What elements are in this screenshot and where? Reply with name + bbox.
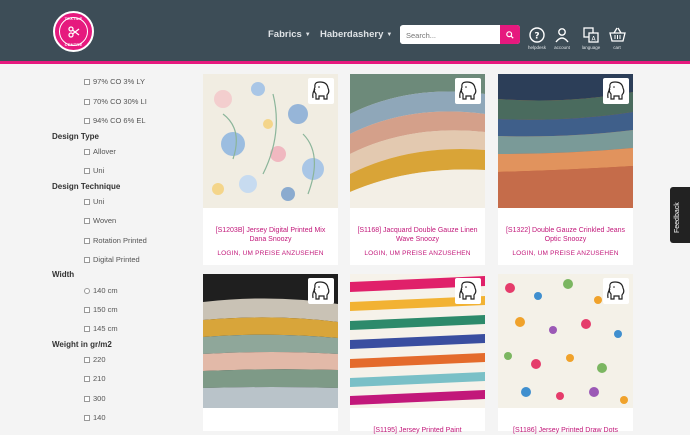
filter-option[interactable]: Woven — [84, 216, 116, 225]
language-icon: A — [583, 27, 599, 43]
checkbox[interactable] — [84, 237, 90, 244]
checkbox[interactable] — [84, 167, 90, 174]
caret-down-icon: ▼ — [304, 31, 311, 38]
language-label: language — [581, 45, 601, 50]
filter-group-title: Weight in gr/m2 — [52, 340, 112, 349]
site-header: TEXTILE CENTRE Fabrics ▼ Haberdashery ▼ … — [0, 0, 690, 64]
caret-down-icon: ▼ — [386, 31, 393, 38]
checkbox[interactable] — [84, 148, 90, 155]
filter-option[interactable]: 97% CO 3% LY — [84, 77, 145, 86]
nav-haberdashery[interactable]: Haberdashery ▼ — [320, 29, 392, 40]
cart-button[interactable]: cart — [604, 27, 630, 50]
product-card[interactable]: [S1168] Jacquard Double Gauze Linen Wave… — [350, 74, 485, 265]
product-card[interactable]: [S1195] Jersey Printed Paint — [350, 274, 485, 434]
filter-option[interactable]: 210 — [84, 374, 106, 383]
checkbox[interactable] — [84, 198, 90, 205]
product-card[interactable]: [S1322] Double Gauze Crinkled Jeans Opti… — [498, 74, 633, 265]
svg-text:?: ? — [534, 32, 539, 42]
account-icon — [555, 28, 569, 43]
checkbox[interactable] — [84, 117, 90, 124]
elephant-icon — [603, 78, 629, 104]
language-button[interactable]: A language — [578, 27, 604, 50]
helpdesk-button[interactable]: ? helpdesk — [524, 27, 550, 50]
product-title[interactable]: [S1322] Double Gauze Crinkled Jeans Opti… — [504, 226, 627, 245]
filter-option[interactable]: 300 — [84, 394, 106, 403]
filter-group-title: Design Technique — [52, 182, 121, 191]
checkbox[interactable] — [84, 306, 90, 313]
filter-sidebar: 97% CO 3% LY 70% CO 30% LI 94% CO 6% EL … — [0, 67, 200, 431]
checkbox[interactable] — [84, 78, 90, 85]
filter-option[interactable]: Uni — [84, 166, 104, 175]
search-button[interactable] — [500, 25, 520, 44]
product-card[interactable]: [S1203B] Jersey Digital Printed Mix Dana… — [203, 74, 338, 265]
checkbox[interactable] — [84, 256, 90, 263]
elephant-icon — [308, 278, 334, 304]
cart-icon — [608, 27, 626, 42]
filter-group-title: Design Type — [52, 132, 99, 141]
account-label: account — [554, 45, 570, 50]
login-price-link[interactable]: LOGIN, UM PREISE ANZUSEHEN — [350, 250, 485, 257]
feedback-tab[interactable]: Feedback — [670, 187, 690, 243]
product-card[interactable] — [203, 274, 338, 431]
checkbox[interactable] — [84, 217, 90, 224]
checkbox[interactable] — [84, 414, 90, 421]
product-title[interactable]: [S1168] Jacquard Double Gauze Linen Wave… — [356, 226, 479, 245]
filter-option[interactable]: 140 cm — [84, 286, 118, 295]
account-button[interactable]: account — [549, 27, 575, 50]
filter-option[interactable]: Digital Printed — [84, 255, 140, 264]
helpdesk-label: helpdesk — [527, 45, 546, 50]
search-icon — [506, 30, 514, 39]
feedback-label: Feedback — [674, 202, 681, 233]
elephant-icon — [455, 78, 481, 104]
login-price-link[interactable]: LOGIN, UM PREISE ANZUSEHEN — [203, 250, 338, 257]
filter-option[interactable]: 94% CO 6% EL — [84, 116, 146, 125]
filter-option[interactable]: 145 cm — [84, 324, 118, 333]
login-price-link[interactable]: LOGIN, UM PREISE ANZUSEHEN — [498, 250, 633, 257]
help-icon: ? — [529, 27, 545, 43]
filter-option[interactable]: 140 — [84, 413, 106, 422]
filter-option[interactable]: 220 — [84, 355, 106, 364]
logo[interactable]: TEXTILE CENTRE — [53, 11, 94, 52]
product-title[interactable]: [S1203B] Jersey Digital Printed Mix Dana… — [209, 226, 332, 245]
filter-option[interactable]: 70% CO 30% LI — [84, 97, 147, 106]
elephant-icon — [455, 278, 481, 304]
elephant-icon — [308, 78, 334, 104]
product-card[interactable]: [S1186] Jersey Printed Draw Dots — [498, 274, 633, 434]
search-box — [400, 25, 520, 44]
checkbox[interactable] — [84, 98, 90, 105]
filter-option[interactable]: Uni — [84, 197, 104, 206]
nav-fabrics[interactable]: Fabrics ▼ — [268, 29, 311, 40]
elephant-icon — [603, 278, 629, 304]
checkbox[interactable] — [84, 395, 90, 402]
filter-option[interactable]: 150 cm — [84, 305, 118, 314]
checkbox[interactable] — [84, 375, 90, 382]
checkbox[interactable] — [84, 325, 90, 332]
cart-label: cart — [613, 45, 621, 50]
nav-haberdashery-label: Haberdashery — [320, 29, 384, 40]
filter-option[interactable]: Allover — [84, 147, 116, 156]
search-input[interactable] — [400, 26, 500, 44]
checkbox[interactable] — [84, 356, 90, 363]
filter-option[interactable]: Rotation Printed — [84, 236, 147, 245]
nav-fabrics-label: Fabrics — [268, 29, 302, 40]
filter-group-title: Width — [52, 270, 75, 279]
radio[interactable] — [84, 287, 90, 294]
